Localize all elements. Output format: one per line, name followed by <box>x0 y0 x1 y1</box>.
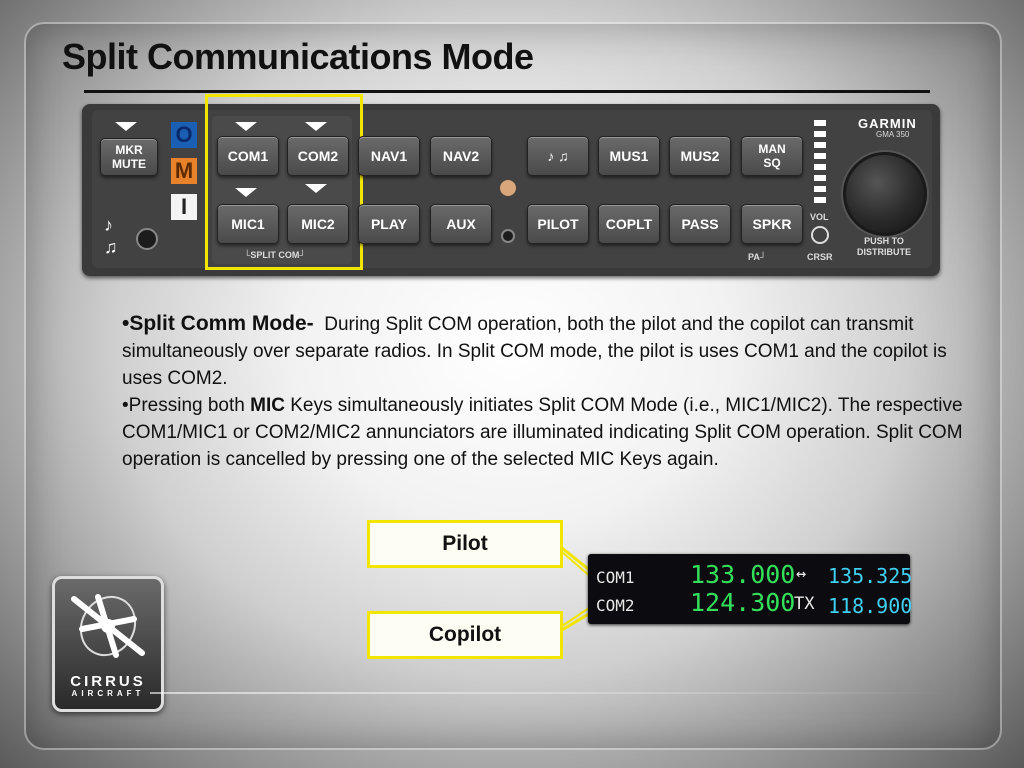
cirrus-airplane-icon <box>71 594 145 658</box>
decorative-bottom-line <box>150 692 950 694</box>
slide: Split Communications Mode MKR MUTE O M I… <box>0 0 1024 768</box>
com2-active-frequency: 124.300 <box>690 588 796 617</box>
com2-tx-indicator: TX <box>794 594 815 614</box>
pilot-callout: Pilot <box>367 520 563 568</box>
com2-label: COM2 <box>596 596 635 615</box>
logo-cirrus-text: CIRRUS <box>70 673 146 690</box>
com1-active-frequency: 133.000 <box>690 560 796 589</box>
cirrus-logo: CIRRUS AIRCRAFT <box>52 576 164 712</box>
com1-standby-frequency: 135.325 <box>828 564 913 588</box>
copilot-callout: Copilot <box>367 611 563 659</box>
com2-standby-frequency: 118.900 <box>828 594 913 618</box>
com1-label: COM1 <box>596 568 635 587</box>
com1-transfer-indicator: ↔ <box>796 564 807 584</box>
logo-aircraft-text: AIRCRAFT <box>71 689 145 698</box>
